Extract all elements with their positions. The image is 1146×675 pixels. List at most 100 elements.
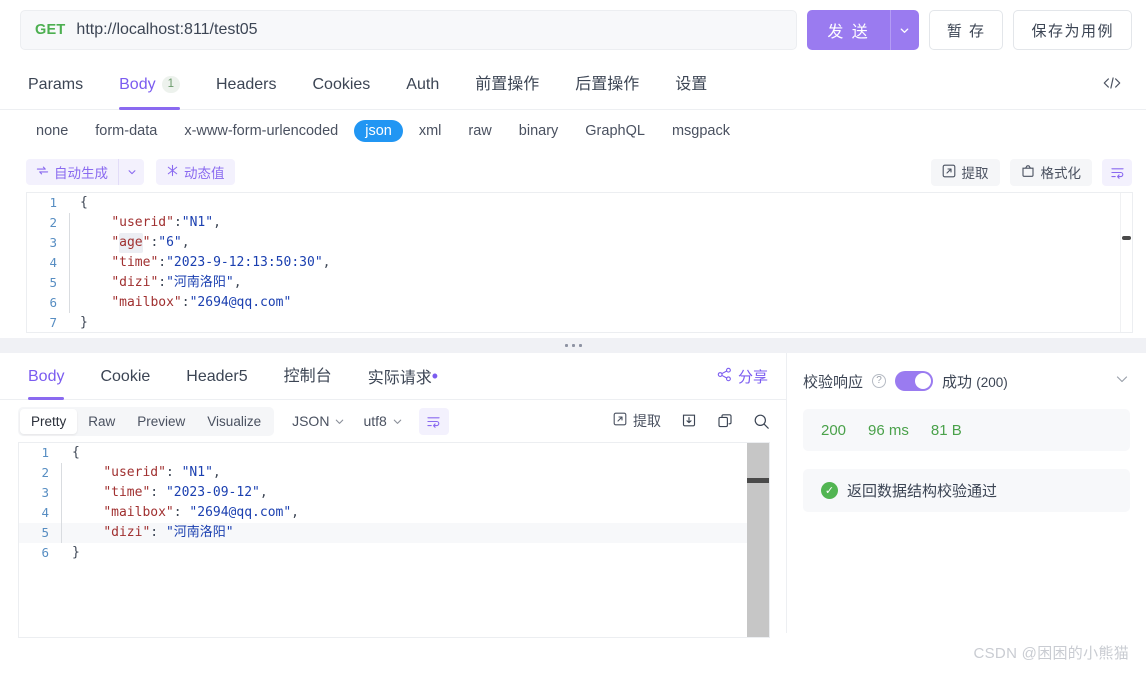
format-button[interactable]: 格式化 [1009, 158, 1092, 186]
code-text: { [80, 195, 88, 210]
tab-badge: 5 [238, 367, 248, 385]
verify-collapse-chevron-down-icon[interactable] [1114, 371, 1130, 392]
extract-button[interactable]: 提取 [930, 158, 1000, 186]
response-wrap-lines-icon[interactable] [418, 407, 449, 435]
tab-auth[interactable]: Auth [406, 59, 439, 110]
format-select-value: JSON [292, 413, 330, 429]
tab-label: Auth [406, 75, 440, 93]
response-tab-console[interactable]: 控制台 [284, 353, 332, 400]
tab-headers[interactable]: Headers [216, 59, 276, 110]
request-tab-bar: Params Body 1 Headers Cookies Auth 前置操作 后… [0, 59, 1146, 110]
status-code-value: 200 [821, 421, 847, 439]
code-punct: : [173, 215, 182, 230]
response-tab-body[interactable]: Body [28, 353, 65, 400]
save-draft-button[interactable]: 暂 存 [928, 10, 1004, 50]
response-actions: 提取 [613, 411, 770, 431]
format-select[interactable]: JSON [292, 413, 345, 429]
indent-guide [69, 313, 70, 332]
code-line: 4 "mailbox": "2694@qq.com", [19, 503, 769, 523]
response-tab-header[interactable]: Header5 [186, 353, 247, 400]
dynamic-value-label: 动态值 [184, 166, 225, 181]
response-body-editor[interactable]: 1{ 2 "userid": "N1", 3 "time": "2023-09-… [18, 442, 770, 638]
view-mode-preview[interactable]: Preview [126, 409, 196, 434]
response-tab-cookie[interactable]: Cookie [100, 353, 150, 400]
share-button[interactable]: 分享 [717, 366, 768, 387]
send-button-group: 发 送 [807, 10, 919, 50]
response-area: Body Cookie Header5 控制台 实际请求• 分享 Pretty … [0, 353, 1146, 638]
response-editor-scrollbar[interactable] [747, 443, 769, 637]
tab-label: Body [119, 75, 156, 93]
tab-label: 实际请求 [367, 369, 432, 387]
json-value: "N1" [181, 215, 214, 230]
sparkle-icon [166, 164, 179, 180]
watermark: CSDN @困困的小熊猫 [973, 645, 1129, 662]
response-extract-button[interactable]: 提取 [613, 411, 661, 431]
tab-label: Cookies [312, 75, 371, 93]
request-editor-scrollbar[interactable] [1120, 193, 1132, 332]
body-type-urlencoded[interactable]: x-www-form-urlencoded [173, 120, 349, 142]
scrollbar-thumb[interactable] [1122, 236, 1131, 240]
wrap-lines-icon[interactable] [1102, 158, 1132, 186]
code-line: 3 " age ": "6", [27, 233, 1132, 253]
panel-splitter-handle[interactable] [0, 338, 1146, 353]
code-brackets-icon[interactable] [1102, 76, 1122, 93]
view-mode-raw[interactable]: Raw [77, 409, 126, 434]
send-button[interactable]: 发 送 [807, 10, 890, 50]
dynamic-value-button[interactable]: 动态值 [156, 159, 235, 185]
body-type-form-data[interactable]: form-data [84, 120, 168, 142]
response-tab-actual-request[interactable]: 实际请求• [368, 353, 438, 400]
line-number: 3 [49, 235, 57, 250]
body-type-json[interactable]: json [354, 120, 403, 142]
body-type-raw[interactable]: raw [457, 120, 502, 142]
json-value: "河南洛阳" [165, 525, 234, 540]
tab-label: Body [28, 367, 65, 385]
save-as-case-button[interactable]: 保存为用例 [1013, 10, 1132, 50]
tab-label: Header [186, 367, 239, 385]
http-method-label: GET [35, 22, 66, 38]
json-value: "2023-9-12:13:50:30" [166, 255, 323, 270]
auto-generate-button[interactable]: 自动生成 [26, 159, 118, 185]
search-icon[interactable] [753, 413, 770, 430]
verify-status-text: 成功 (200) [942, 371, 1008, 392]
json-key: "userid" [103, 465, 166, 480]
tab-settings[interactable]: 设置 [675, 59, 707, 110]
body-type-binary[interactable]: binary [508, 120, 570, 142]
scrollbar-thumb[interactable] [747, 478, 769, 483]
tab-cookies[interactable]: Cookies [312, 59, 370, 110]
download-icon[interactable] [681, 413, 697, 429]
verify-response-toggle[interactable] [895, 371, 934, 391]
response-viewer-toolbar: Pretty Raw Preview Visualize JSON utf8 提… [0, 400, 786, 442]
body-type-xml[interactable]: xml [408, 120, 453, 142]
body-type-none[interactable]: none [25, 120, 79, 142]
question-circle-icon[interactable]: ? [872, 374, 887, 388]
request-body-editor[interactable]: 1{ 2 "userid": "N1", 3 " age ": "6", 4 "time… [26, 192, 1133, 333]
json-key: "time" [103, 485, 151, 500]
encoding-select[interactable]: utf8 [363, 413, 402, 429]
tab-params[interactable]: Params [28, 59, 83, 110]
copy-icon[interactable] [717, 413, 733, 429]
tab-body[interactable]: Body 1 [119, 59, 180, 110]
body-type-graphql[interactable]: GraphQL [574, 120, 656, 142]
tab-post-operation[interactable]: 后置操作 [575, 59, 639, 110]
view-mode-visualize[interactable]: Visualize [196, 409, 272, 434]
response-extract-label: 提取 [633, 413, 661, 429]
json-key-quote: " [142, 235, 151, 250]
view-mode-pretty[interactable]: Pretty [20, 408, 78, 434]
code-punct: : [150, 525, 166, 540]
request-editor-toolbar: 自动生成 动态值 提取 格式化 [0, 152, 1146, 192]
json-key: "userid" [111, 215, 174, 230]
auto-generate-chevron-down-icon[interactable] [118, 159, 144, 185]
api-client-window: GET http://localhost:811/test05 发 送 暂 存 … [0, 0, 1146, 675]
send-options-chevron-down-icon[interactable] [889, 10, 919, 50]
code-punct: , [213, 215, 221, 230]
code-line: 1{ [27, 193, 1132, 213]
code-line: 6} [19, 543, 769, 563]
url-input[interactable]: GET http://localhost:811/test05 [20, 10, 798, 50]
check-circle-icon: ✓ [821, 482, 838, 499]
indent-guide [61, 503, 62, 523]
body-type-msgpack[interactable]: msgpack [661, 120, 741, 142]
url-text: http://localhost:811/test05 [76, 21, 258, 38]
tab-pre-operation[interactable]: 前置操作 [475, 59, 539, 110]
